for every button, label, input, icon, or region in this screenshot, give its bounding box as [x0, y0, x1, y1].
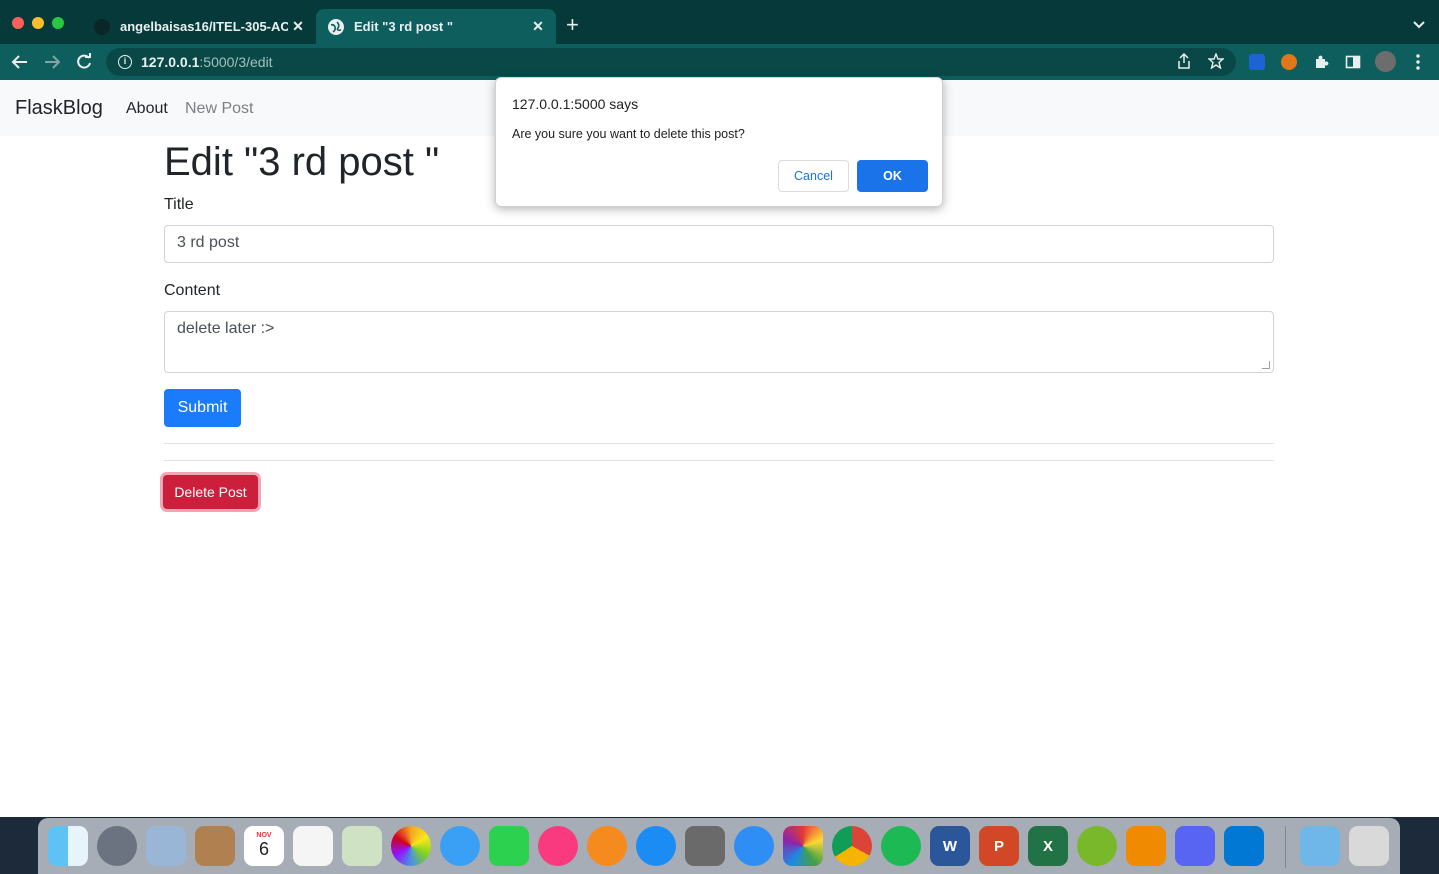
- downloads-folder-icon[interactable]: [1300, 826, 1340, 866]
- kebab-menu-icon[interactable]: [1406, 50, 1430, 74]
- calendar-icon[interactable]: NOV 6: [244, 826, 284, 866]
- excel-icon[interactable]: X: [1028, 826, 1068, 866]
- bookmark-star-icon[interactable]: [1207, 52, 1225, 73]
- nav-link-new-post[interactable]: New Post: [185, 100, 253, 118]
- system-preferences-icon[interactable]: [685, 826, 725, 866]
- forward-arrow-icon[interactable]: [40, 50, 64, 74]
- tab-github[interactable]: angelbaisas16/ITEL-305-ACT5 ✕: [82, 9, 316, 44]
- safari-icon[interactable]: [734, 826, 774, 866]
- dialog-message: Are you sure you want to delete this pos…: [512, 127, 745, 141]
- dialog-title: 127.0.0.1:5000 says: [512, 96, 639, 112]
- messages-icon[interactable]: [440, 826, 480, 866]
- resize-handle-icon[interactable]: [1262, 361, 1270, 369]
- tab-close-icon[interactable]: ✕: [288, 18, 308, 35]
- share-icon[interactable]: [1177, 52, 1191, 73]
- tab-strip: angelbaisas16/ITEL-305-ACT5 ✕ Edit "3 rd…: [0, 0, 1439, 44]
- content-textarea[interactable]: delete later :>: [164, 311, 1274, 373]
- tab-close-icon[interactable]: ✕: [528, 18, 548, 35]
- finder-icon[interactable]: [48, 826, 88, 866]
- close-window-button[interactable]: [12, 17, 24, 29]
- divider: [164, 460, 1274, 461]
- music-icon[interactable]: [538, 826, 578, 866]
- maps-icon[interactable]: [342, 826, 382, 866]
- url-text: 127.0.0.1:5000/3/edit: [141, 54, 273, 70]
- nav-link-about[interactable]: About: [126, 100, 168, 118]
- spotify-icon[interactable]: [881, 826, 921, 866]
- site-info-icon[interactable]: i: [118, 55, 132, 69]
- reload-icon[interactable]: [72, 50, 96, 74]
- submit-button[interactable]: Submit: [164, 389, 241, 427]
- title-input[interactable]: 3 rd post: [164, 225, 1274, 263]
- colorsync-icon[interactable]: [783, 826, 823, 866]
- title-label: Title: [164, 196, 194, 213]
- tab-search-chevron-icon[interactable]: [1413, 16, 1425, 32]
- ok-button[interactable]: OK: [857, 160, 928, 192]
- utorrent-icon[interactable]: [1077, 826, 1117, 866]
- back-arrow-icon[interactable]: [8, 50, 32, 74]
- content-text: delete later :>: [177, 320, 275, 337]
- calendar-month: NOV: [256, 832, 272, 839]
- powerpoint-icon[interactable]: P: [979, 826, 1019, 866]
- contacts-icon[interactable]: [195, 826, 235, 866]
- page-title: Edit "3 rd post ": [164, 140, 440, 184]
- extensions-puzzle-icon[interactable]: [1313, 54, 1329, 70]
- globe-icon: [328, 18, 344, 35]
- github-icon: [94, 18, 110, 35]
- profile-avatar[interactable]: [1375, 51, 1396, 72]
- navbar-brand[interactable]: FlaskBlog: [15, 97, 103, 120]
- calendar-day: 6: [258, 839, 269, 859]
- minimize-window-button[interactable]: [32, 17, 44, 29]
- metamask-extension-icon[interactable]: [1281, 54, 1297, 70]
- tab-edit-post[interactable]: Edit "3 rd post " ✕: [316, 9, 556, 44]
- browser-toolbar: i 127.0.0.1:5000/3/edit: [0, 44, 1439, 80]
- cancel-button[interactable]: Cancel: [778, 160, 849, 192]
- vlc-icon[interactable]: [1126, 826, 1166, 866]
- bitwarden-extension-icon[interactable]: [1249, 54, 1265, 70]
- zoom-window-button[interactable]: [52, 17, 64, 29]
- books-icon[interactable]: [587, 826, 627, 866]
- dock: NOV 6 W P X: [38, 818, 1400, 874]
- trash-icon[interactable]: [1349, 826, 1389, 866]
- side-panel-icon[interactable]: [1345, 54, 1361, 70]
- new-tab-button[interactable]: +: [566, 14, 579, 36]
- vscode-icon[interactable]: [1224, 826, 1264, 866]
- discord-icon[interactable]: [1175, 826, 1215, 866]
- facetime-icon[interactable]: [489, 826, 529, 866]
- reminders-icon[interactable]: [293, 826, 333, 866]
- app-store-icon[interactable]: [636, 826, 676, 866]
- chrome-icon[interactable]: [832, 826, 872, 866]
- tab-title: Edit "3 rd post ": [354, 19, 453, 34]
- preview-icon[interactable]: [146, 826, 186, 866]
- launchpad-icon[interactable]: [97, 826, 137, 866]
- delete-post-button[interactable]: Delete Post: [163, 475, 258, 509]
- photos-icon[interactable]: [391, 826, 431, 866]
- content-label: Content: [164, 282, 221, 299]
- confirm-dialog: 127.0.0.1:5000 says Are you sure you wan…: [495, 77, 943, 207]
- word-icon[interactable]: W: [930, 826, 970, 866]
- dock-separator: [1285, 826, 1286, 868]
- tab-title: angelbaisas16/ITEL-305-ACT5: [120, 19, 288, 34]
- address-bar[interactable]: i 127.0.0.1:5000/3/edit: [106, 48, 1236, 76]
- divider: [164, 443, 1274, 444]
- browser-window: angelbaisas16/ITEL-305-ACT5 ✕ Edit "3 rd…: [0, 0, 1439, 817]
